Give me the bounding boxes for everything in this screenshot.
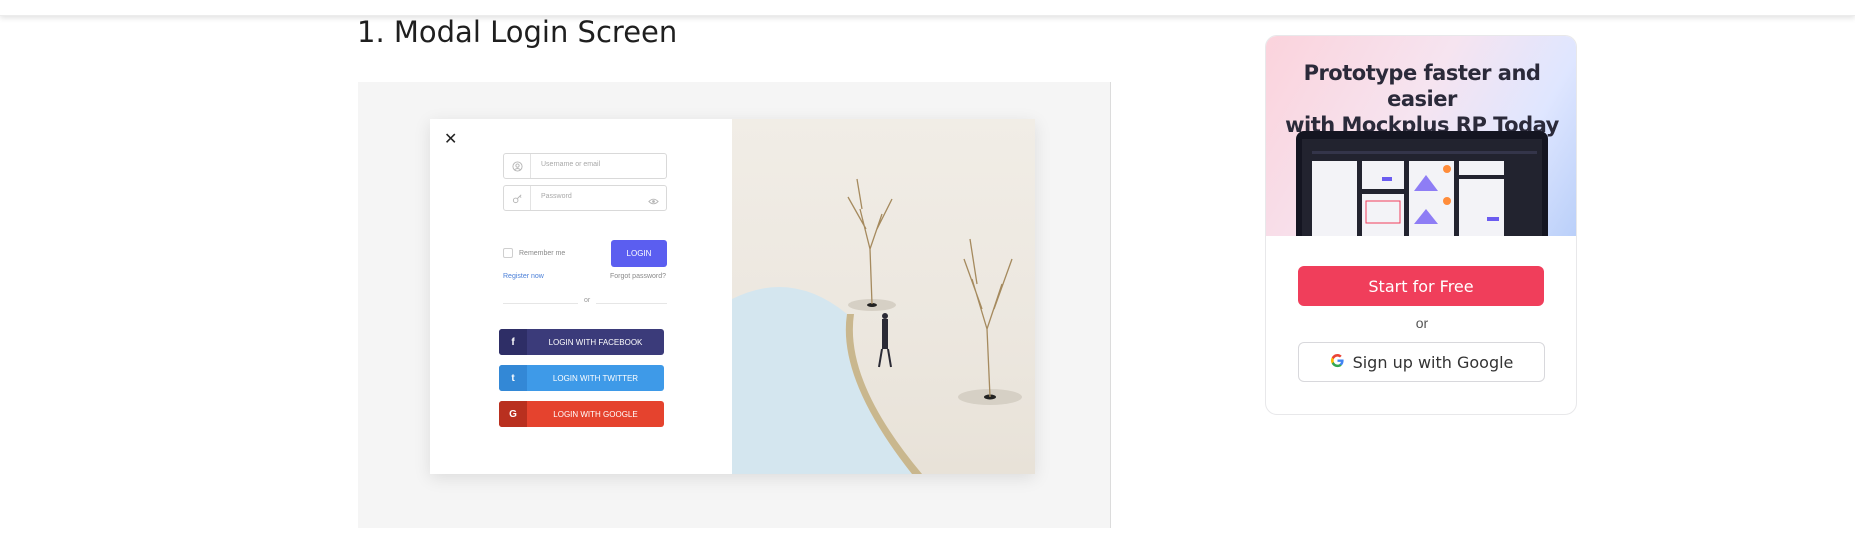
or-separator: or xyxy=(578,297,597,304)
google-login-label: LOGIN WITH GOOGLE xyxy=(553,409,638,419)
promo-title-line1: Prototype faster and easier xyxy=(1303,61,1541,111)
register-link: Register now xyxy=(503,273,544,280)
twitter-login-mockup: t LOGIN WITH TWITTER xyxy=(499,365,664,391)
user-icon xyxy=(504,154,531,178)
start-for-free-button[interactable]: Start for Free xyxy=(1298,266,1544,306)
remember-me: Remember me xyxy=(503,248,565,258)
google-signup-label: Sign up with Google xyxy=(1352,352,1514,372)
login-modal-mockup: ✕ Username or email Password Remember me… xyxy=(430,119,1035,474)
twitter-login-label: LOGIN WITH TWITTER xyxy=(552,373,639,383)
checkbox-icon xyxy=(503,248,513,258)
or-separator: or xyxy=(1415,315,1429,331)
article-figure: ✕ Username or email Password Remember me… xyxy=(358,82,1111,528)
promo-banner: Prototype faster and easier with Mockplu… xyxy=(1266,36,1576,236)
facebook-icon: f xyxy=(499,329,527,355)
facebook-login-mockup: f LOGIN WITH FACEBOOK xyxy=(499,329,664,355)
sign-up-with-google-button[interactable]: Sign up with Google xyxy=(1298,342,1545,382)
top-navigation-bar xyxy=(0,0,1855,16)
promo-card: Prototype faster and easier with Mockplu… xyxy=(1265,35,1577,415)
promo-title: Prototype faster and easier with Mockplu… xyxy=(1266,60,1576,138)
forgot-password-link: Forgot password? xyxy=(610,273,667,280)
username-placeholder: Username or email xyxy=(541,161,601,168)
close-icon: ✕ xyxy=(444,131,458,148)
login-button-mockup: LOGIN xyxy=(611,240,667,267)
password-field: Password xyxy=(503,185,667,211)
laptop-illustration xyxy=(1296,131,1548,236)
scenic-photo xyxy=(732,119,1035,474)
app-screen-preview xyxy=(1302,139,1542,236)
twitter-icon: t xyxy=(499,365,527,391)
username-field: Username or email xyxy=(503,153,667,179)
remember-label: Remember me xyxy=(519,249,566,257)
facebook-login-label: LOGIN WITH FACEBOOK xyxy=(548,337,643,347)
google-icon xyxy=(1330,353,1345,372)
password-placeholder: Password xyxy=(541,193,572,200)
google-icon: G xyxy=(499,401,527,427)
key-icon xyxy=(504,186,531,210)
google-login-mockup: G LOGIN WITH GOOGLE xyxy=(499,401,664,427)
eye-icon xyxy=(648,193,659,211)
article-heading: 1. Modal Login Screen xyxy=(357,15,678,49)
